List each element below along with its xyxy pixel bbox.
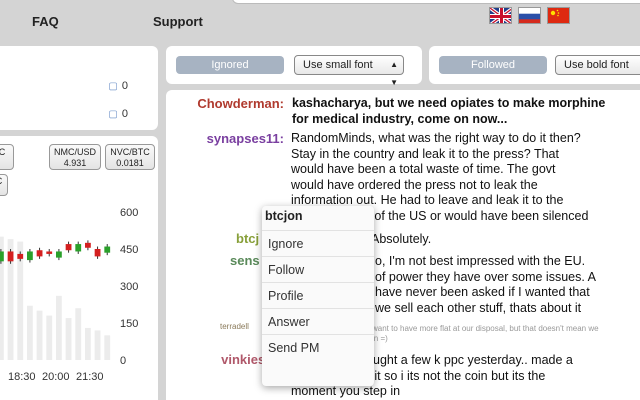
y-tick-label: 300 — [120, 281, 138, 293]
china-flag-icon[interactable] — [547, 7, 570, 24]
x-tick-label: 21:30 — [76, 371, 104, 383]
ticker-box-nvc-btc[interactable]: NVC/BTC 0.0181 — [105, 144, 155, 170]
comment-count[interactable]: ▢ 0 — [108, 108, 128, 120]
volume-bar — [65, 318, 72, 360]
context-menu-answer[interactable]: Answer — [262, 308, 374, 334]
top-bar: FAQ Support — [0, 0, 640, 40]
chat-message: Absolutely. — [371, 232, 432, 246]
x-tick-label: 20:00 — [42, 371, 70, 383]
volume-bar — [75, 308, 82, 360]
y-tick-label: 0 — [120, 355, 126, 367]
select-arrows-icon: ▲ ▼ — [390, 60, 398, 87]
ticker-box-nmc-usd[interactable]: NMC/USD 4.931 — [49, 144, 101, 170]
chat-controls: Ignored Use small font ▲ ▼ Followed Use b… — [166, 46, 640, 87]
volume-bar — [85, 327, 91, 360]
ticker-box[interactable]: C — [0, 144, 14, 170]
candle — [85, 242, 91, 248]
volume-bar — [56, 295, 62, 360]
user-context-menu: btcjon Ignore Follow Profile Answer Send… — [262, 206, 374, 386]
chat-message: want to have more flat at our disposal, … — [372, 324, 599, 343]
candle — [36, 250, 43, 257]
nav-support-link[interactable]: Support — [153, 14, 203, 29]
followed-button[interactable]: Followed — [439, 56, 547, 74]
volume-bar — [94, 330, 101, 360]
nav-faq-link[interactable]: FAQ — [32, 14, 59, 29]
comment-icon: ▢ — [108, 109, 118, 120]
uk-flag-icon[interactable] — [489, 7, 512, 24]
candle — [7, 251, 14, 262]
candle — [27, 251, 33, 261]
context-menu-follow[interactable]: Follow — [262, 256, 374, 282]
candle — [0, 251, 4, 262]
price-chart-panel: C NMC/USD 4.931 NVC/BTC 0.0181 C 600 450 3… — [0, 136, 158, 400]
context-menu-title: btcjon — [265, 209, 303, 223]
left-info-panel: ▢ 0 ▢ 0 — [0, 46, 158, 130]
chat-messages: Chowderman: kashacharya, but we need opi… — [166, 90, 640, 400]
candle — [56, 251, 62, 258]
ignored-controls: Ignored Use small font ▲ ▼ — [166, 46, 422, 87]
candlestick-chart: 600 450 300 150 0 18:30 20:00 21:30 — [0, 207, 138, 383]
candle — [94, 249, 101, 257]
chat-message: o, I'm not best impressed with the EU. o… — [375, 254, 596, 315]
ticker-box[interactable]: C — [0, 174, 8, 196]
x-tick-label: 18:30 — [8, 371, 36, 383]
chat-username[interactable]: Chowderman: — [166, 96, 284, 111]
candle — [75, 244, 82, 252]
y-tick-label: 600 — [120, 207, 138, 219]
comment-count[interactable]: ▢ 0 — [108, 80, 128, 92]
small-font-select[interactable]: Use small font ▲ ▼ — [294, 55, 404, 87]
volume-bar — [27, 305, 33, 360]
volume-bar — [36, 310, 43, 360]
volume-bar — [104, 335, 111, 360]
candle — [46, 251, 53, 254]
search-input[interactable] — [232, 0, 640, 4]
candle — [17, 253, 24, 259]
followed-controls: Followed Use bold font — [429, 46, 640, 84]
bold-font-select[interactable]: Use bold font — [555, 55, 640, 75]
volume-bar — [46, 315, 53, 360]
candle — [104, 246, 111, 253]
ignored-button[interactable]: Ignored — [176, 56, 284, 74]
chat-username[interactable]: synapses11: — [166, 131, 284, 146]
y-tick-label: 150 — [120, 318, 138, 330]
russia-flag-icon[interactable] — [518, 7, 541, 24]
comment-icon: ▢ — [108, 81, 118, 92]
candle — [65, 244, 72, 251]
context-menu-send-pm[interactable]: Send PM — [262, 334, 374, 360]
chat-message: kashacharya, but we need opiates to make… — [292, 96, 606, 126]
y-tick-label: 450 — [120, 244, 138, 256]
context-menu-ignore[interactable]: Ignore — [262, 230, 374, 256]
context-menu-profile[interactable]: Profile — [262, 282, 374, 308]
